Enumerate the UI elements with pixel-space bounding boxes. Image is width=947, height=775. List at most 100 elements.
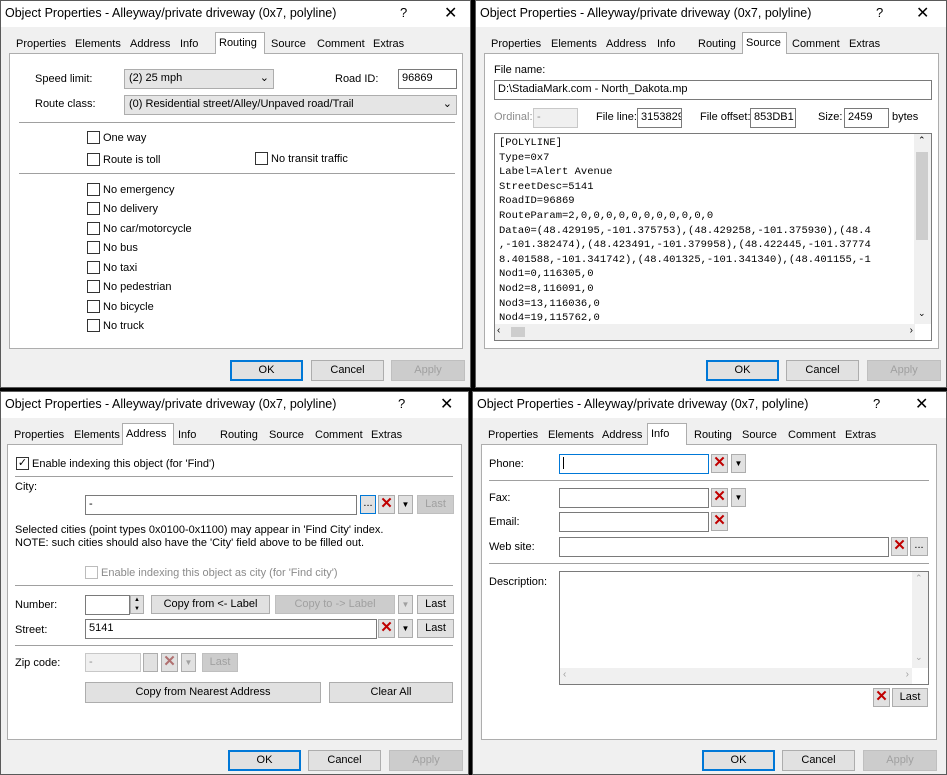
street-field[interactable]: 5141 [85, 619, 377, 639]
tab-address[interactable]: Address [603, 36, 649, 54]
tab-routing[interactable]: Routing [691, 427, 735, 445]
tab-address[interactable]: Address [127, 36, 173, 54]
no-transit-checkbox[interactable] [255, 152, 268, 165]
tab-source[interactable]: Source [739, 427, 780, 445]
city-dropdown-icon[interactable]: ▼ [398, 495, 413, 514]
no-bus-checkbox[interactable] [87, 241, 100, 254]
tab-routing[interactable]: Routing [217, 427, 261, 445]
city-last-button[interactable]: Last [417, 495, 454, 514]
street-clear-icon[interactable]: ✕ [378, 619, 395, 638]
scroll-right-icon[interactable]: › [906, 669, 909, 680]
cancel-button[interactable]: Cancel [308, 750, 381, 771]
street-last-button[interactable]: Last [417, 619, 454, 638]
help-button[interactable]: ? [398, 396, 405, 411]
scroll-left-icon[interactable]: ‹ [563, 669, 566, 680]
close-button[interactable]: ✕ [915, 394, 928, 414]
phone-field[interactable] [559, 454, 709, 474]
no-bicycle-checkbox[interactable] [87, 300, 100, 313]
web-site-clear-icon[interactable]: ✕ [891, 537, 908, 556]
tab-info[interactable]: Info [175, 427, 199, 445]
scroll-up-icon[interactable]: ⌃ [918, 135, 926, 146]
web-site-field[interactable] [559, 537, 889, 557]
toll-checkbox[interactable] [87, 153, 100, 166]
close-button[interactable]: ✕ [444, 3, 457, 23]
no-pedestrian-checkbox[interactable] [87, 280, 100, 293]
apply-button[interactable]: Apply [391, 360, 465, 381]
copy-from-label-button[interactable]: Copy from <- Label [151, 595, 270, 614]
tab-routing[interactable]: Routing [695, 36, 739, 54]
tab-elements[interactable]: Elements [71, 427, 123, 445]
tab-comment[interactable]: Comment [314, 36, 368, 54]
ok-button[interactable]: OK [230, 360, 303, 381]
description-area[interactable]: ⌃ ⌄ ‹ › [559, 571, 929, 685]
scroll-down-icon[interactable]: ⌄ [915, 652, 923, 663]
city-field[interactable]: - [85, 495, 357, 515]
tab-elements[interactable]: Elements [548, 36, 600, 54]
email-field[interactable] [559, 512, 709, 532]
tab-source[interactable]: Source [266, 427, 307, 445]
route-class-select[interactable]: (0) Residential street/Alley/Unpaved roa… [124, 95, 457, 115]
no-car-checkbox[interactable] [87, 222, 100, 235]
fax-dropdown-icon[interactable]: ▼ [731, 488, 746, 507]
scroll-down-icon[interactable]: ⌄ [918, 308, 926, 319]
tab-extras[interactable]: Extras [846, 36, 883, 54]
fax-clear-icon[interactable]: ✕ [711, 488, 728, 507]
tab-info[interactable]: Info [647, 423, 687, 445]
street-dropdown-icon[interactable]: ▼ [398, 619, 413, 638]
tab-info[interactable]: Info [654, 36, 678, 54]
phone-dropdown-icon[interactable]: ▼ [731, 454, 746, 473]
apply-button[interactable]: Apply [867, 360, 941, 381]
scroll-up-icon[interactable]: ⌃ [915, 573, 923, 584]
tab-source[interactable]: Source [268, 36, 309, 54]
cancel-button[interactable]: Cancel [782, 750, 855, 771]
no-delivery-checkbox[interactable] [87, 202, 100, 215]
ok-button[interactable]: OK [702, 750, 775, 771]
tab-elements[interactable]: Elements [72, 36, 124, 54]
source-text-area[interactable]: [POLYLINE] Type=0x7 Label=Alert Avenue S… [494, 133, 932, 341]
tab-elements[interactable]: Elements [545, 427, 597, 445]
no-emergency-checkbox[interactable] [87, 183, 100, 196]
tab-properties[interactable]: Properties [11, 427, 67, 445]
enable-indexing-checkbox[interactable]: ✓ [16, 457, 29, 470]
enable-city-checkbox[interactable] [85, 566, 98, 579]
city-browse-button[interactable]: ... [360, 495, 376, 514]
file-offset-field[interactable]: 853DB1 [750, 108, 796, 128]
tab-comment[interactable]: Comment [789, 36, 843, 54]
number-last-button[interactable]: Last [417, 595, 454, 614]
email-clear-icon[interactable]: ✕ [711, 512, 728, 531]
vertical-scrollbar[interactable]: ⌃ ⌄ [914, 134, 931, 324]
clear-all-button[interactable]: Clear All [329, 682, 453, 703]
horizontal-scrollbar[interactable]: ‹ › [560, 668, 912, 684]
apply-button[interactable]: Apply [863, 750, 937, 771]
scroll-right-icon[interactable]: › [910, 325, 913, 336]
scroll-thumb[interactable] [511, 327, 525, 337]
description-last-button[interactable]: Last [892, 688, 928, 707]
size-field[interactable]: 2459 [844, 108, 889, 128]
one-way-checkbox[interactable] [87, 131, 100, 144]
description-clear-icon[interactable]: ✕ [873, 688, 890, 707]
cancel-button[interactable]: Cancel [786, 360, 859, 381]
ok-button[interactable]: OK [228, 750, 301, 771]
no-truck-checkbox[interactable] [87, 319, 100, 332]
horizontal-scrollbar[interactable]: ‹ › [495, 324, 915, 340]
fax-field[interactable] [559, 488, 709, 508]
close-button[interactable]: ✕ [440, 394, 453, 414]
vertical-scrollbar[interactable]: ⌃ ⌄ [912, 572, 928, 668]
tab-address[interactable]: Address [122, 423, 174, 445]
ok-button[interactable]: OK [706, 360, 779, 381]
number-spinner-icon[interactable]: ▲ ▼ [130, 595, 144, 614]
tab-address[interactable]: Address [599, 427, 645, 445]
tab-properties[interactable]: Properties [485, 427, 541, 445]
help-button[interactable]: ? [400, 5, 407, 20]
file-line-field[interactable]: 3153829 [637, 108, 682, 128]
web-site-browse-button[interactable]: ... [910, 537, 928, 556]
tab-properties[interactable]: Properties [13, 36, 69, 54]
tab-comment[interactable]: Comment [312, 427, 366, 445]
tab-source[interactable]: Source [742, 32, 787, 54]
number-dropdown-icon[interactable]: ▼ [398, 595, 413, 614]
tab-info[interactable]: Info [177, 36, 201, 54]
tab-extras[interactable]: Extras [368, 427, 405, 445]
cancel-button[interactable]: Cancel [311, 360, 384, 381]
scroll-thumb[interactable] [916, 152, 928, 240]
scroll-left-icon[interactable]: ‹ [497, 325, 500, 336]
